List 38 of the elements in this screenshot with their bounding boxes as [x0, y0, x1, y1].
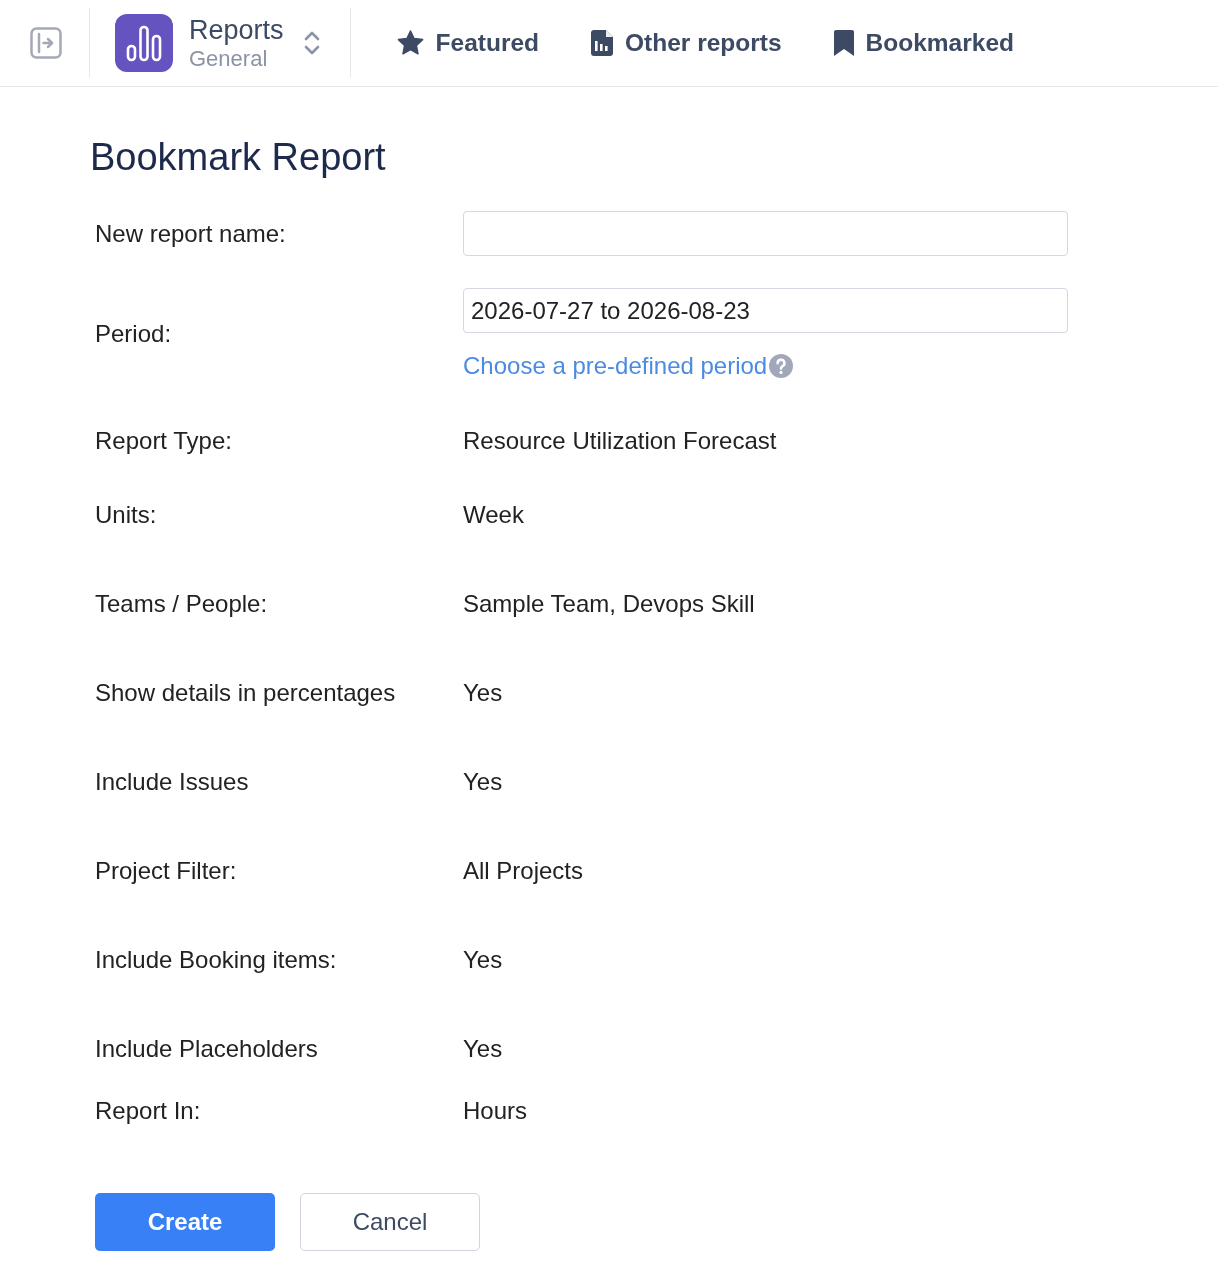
- field-label: Include Placeholders: [95, 1035, 319, 1063]
- field-label: New report name:: [95, 219, 287, 248]
- field-label: Period:: [95, 320, 173, 348]
- field-label: Include Booking items:: [95, 946, 338, 974]
- app-subtitle: General: [189, 45, 269, 72]
- nav-link[interactable]: Featured: [396, 29, 539, 57]
- field-label: Project Filter:: [95, 857, 238, 885]
- field-value: Yes: [463, 768, 503, 796]
- field-label: Show details in percentages: [95, 679, 397, 707]
- field-value: Sample Team, Devops Skill: [463, 590, 755, 618]
- text-input[interactable]: 2026-07-27 to 2026-08-23: [463, 288, 1068, 333]
- field-label: Include Issues: [95, 768, 250, 796]
- field-value: Hours: [463, 1097, 528, 1125]
- nav-link[interactable]: Other reports: [591, 29, 782, 57]
- cancel-button[interactable]: Cancel: [300, 1193, 480, 1251]
- field-label: Report Type:: [95, 427, 233, 455]
- field-label: Report In:: [95, 1097, 202, 1125]
- chevron-up-down-icon: [303, 29, 320, 57]
- field-value: Week: [463, 501, 524, 529]
- field-value: All Projects: [463, 857, 584, 885]
- field-value: Yes: [463, 679, 503, 707]
- help-icon[interactable]: [769, 354, 794, 378]
- app-title: Reports: [189, 14, 284, 46]
- field-value: Yes: [463, 1035, 503, 1063]
- field-value: Yes: [463, 946, 503, 974]
- sidebar-toggle-button[interactable]: [30, 27, 62, 59]
- nav-link[interactable]: Bookmarked: [833, 29, 1014, 57]
- bookmark-icon: [833, 30, 854, 56]
- bar-chart-logo-icon: [115, 14, 173, 72]
- create-button[interactable]: Create: [95, 1193, 275, 1251]
- text-input[interactable]: [463, 211, 1068, 256]
- field-label: Teams / People:: [95, 590, 269, 618]
- star-icon: [396, 30, 424, 56]
- field-label: Units:: [95, 501, 158, 529]
- field-value: Resource Utilization Forecast: [463, 427, 777, 455]
- page-title: Bookmark Report: [90, 135, 386, 180]
- document-chart-icon: [591, 30, 613, 56]
- switch-app-button[interactable]: [303, 29, 320, 57]
